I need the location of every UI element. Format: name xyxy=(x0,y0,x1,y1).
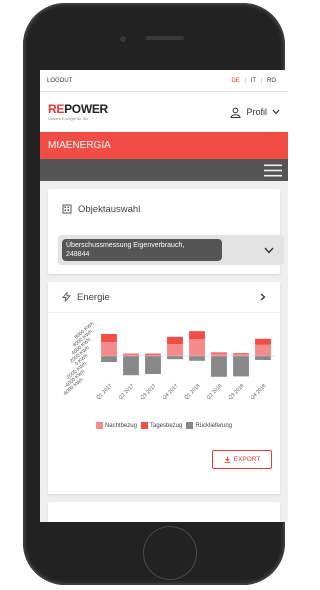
object-dropdown[interactable]: Überschussmessung Eigenverbrauch, 248844 xyxy=(58,235,284,265)
brand-bar: MIAENERGIA xyxy=(40,132,288,159)
energy-card: Energie 8000 KWh 6000 KWh 4000 KWh 2000 KWh… xyxy=(48,282,280,494)
bar-tagesbezug[interactable] xyxy=(211,352,227,354)
export-button[interactable]: EXPORT xyxy=(212,450,272,469)
bar-nachtbezug[interactable] xyxy=(211,353,227,356)
top-bar: LOGOUT DE IT RO xyxy=(40,70,288,92)
bar-tagesbezug[interactable] xyxy=(123,353,139,355)
x-tick-label: Q1 2017 xyxy=(96,383,114,401)
x-tick-label: Q1 2018 xyxy=(184,383,202,401)
energy-chart: 8000 KWh6000 KWh4000 KWh2000 KWh0 KWh-20… xyxy=(62,321,274,401)
bar-tagesbezug[interactable] xyxy=(189,331,205,340)
bar-tagesbezug[interactable] xyxy=(101,334,117,342)
selected-object-tag: Überschussmessung Eigenverbrauch, 248844 xyxy=(62,239,222,261)
energy-card-header[interactable]: Energie xyxy=(48,282,280,313)
object-selection-header: Objektauswahl xyxy=(48,189,280,229)
next-card xyxy=(48,502,280,522)
bar-tagesbezug[interactable] xyxy=(255,338,271,345)
legend-item: Nachtbezug xyxy=(95,422,137,429)
object-selection-card: Objektauswahl Überschussmessung Eigenver… xyxy=(48,189,284,274)
x-tick-label: Q4 2017 xyxy=(162,383,180,401)
bar-tagesbezug[interactable] xyxy=(145,353,161,355)
camera xyxy=(120,36,126,42)
x-tick-label: Q3 2018 xyxy=(228,383,246,401)
lightning-icon xyxy=(62,292,71,302)
logo-tagline: Unsere Energie für Sie. xyxy=(48,116,90,121)
lang-ro[interactable]: RO xyxy=(261,77,281,84)
profile-menu[interactable]: Profil xyxy=(230,107,280,118)
bar-ruecklieferung[interactable] xyxy=(101,356,117,362)
bar-ruecklieferung[interactable] xyxy=(123,356,139,376)
hamburger-menu-icon[interactable] xyxy=(264,164,282,177)
bar-ruecklieferung[interactable] xyxy=(145,356,161,374)
language-switcher: DE IT RO xyxy=(226,77,281,84)
legend-item: Rücklieferung xyxy=(186,422,232,429)
bar-nachtbezug[interactable] xyxy=(167,344,183,356)
bar-tagesbezug[interactable] xyxy=(167,336,183,344)
logout-link[interactable]: LOGOUT xyxy=(47,78,72,84)
energy-title: Energie xyxy=(77,291,110,303)
chevron-down-icon xyxy=(264,247,274,254)
brand-title: MIAENERGIA xyxy=(48,140,111,151)
menu-bar xyxy=(40,159,288,181)
chart-legend: Nachtbezug Tagesbezug Rücklieferung xyxy=(48,422,280,429)
legend-item: Tagesbezug xyxy=(140,422,182,429)
bar-ruecklieferung[interactable] xyxy=(211,356,227,377)
bar-ruecklieferung[interactable] xyxy=(167,356,183,360)
home-button[interactable] xyxy=(143,526,197,580)
x-tick-label: Q2 2017 xyxy=(118,383,136,401)
user-icon xyxy=(230,107,241,118)
bar-nachtbezug[interactable] xyxy=(233,354,249,356)
app-screen: LOGOUT DE IT RO REPOWER Unsere Energie f… xyxy=(40,70,288,522)
bar-nachtbezug[interactable] xyxy=(189,339,205,356)
profile-label: Profil xyxy=(246,107,267,117)
bar-tagesbezug[interactable] xyxy=(233,353,249,354)
header: REPOWER Unsere Energie für Sie. Profil xyxy=(40,92,288,132)
bar-ruecklieferung[interactable] xyxy=(189,356,205,361)
x-tick-label: Q4 2018 xyxy=(250,383,268,401)
building-icon xyxy=(62,204,72,214)
chevron-right-icon[interactable] xyxy=(260,293,266,301)
bar-ruecklieferung[interactable] xyxy=(233,356,249,377)
speaker xyxy=(146,36,184,40)
logo[interactable]: REPOWER Unsere Energie für Sie. xyxy=(48,103,108,121)
bar-ruecklieferung[interactable] xyxy=(255,356,271,360)
bar-nachtbezug[interactable] xyxy=(255,344,271,356)
lang-it[interactable]: IT xyxy=(244,77,261,84)
lang-de[interactable]: DE xyxy=(226,78,244,84)
object-selection-title: Objektauswahl xyxy=(78,203,141,215)
bar-nachtbezug[interactable] xyxy=(101,342,117,356)
x-tick-label: Q2 2018 xyxy=(206,383,224,401)
x-tick-label: Q3 2017 xyxy=(140,383,158,401)
chevron-down-icon xyxy=(272,109,280,115)
download-icon xyxy=(224,456,231,463)
